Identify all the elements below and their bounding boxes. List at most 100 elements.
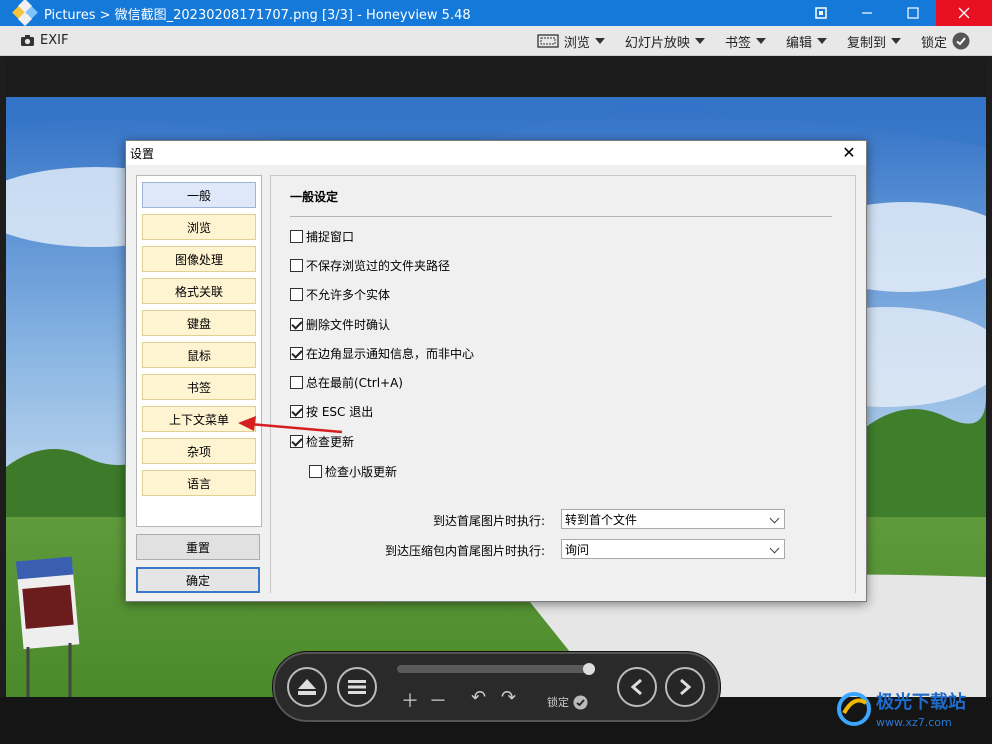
chevron-down-icon (816, 38, 827, 44)
title-bar: Pictures > 微信截图_20230208171707.png [3/3]… (0, 0, 992, 26)
nav-general[interactable]: 一般 (142, 182, 256, 208)
annotation-arrow (238, 416, 343, 434)
browse-label: 浏览 (563, 35, 590, 51)
option-label: 不允许多个实体 (306, 288, 391, 302)
watermark: 极光下载站 www.xz7.com (836, 688, 966, 729)
nav-mouse[interactable]: 鼠标 (142, 342, 256, 368)
settings-dialog: 设置 ✕ 一般 浏览 图像处理 格式关联 键盘 鼠标 书签 上下文菜单 杂项 语… (125, 140, 867, 602)
check-circle-icon (952, 32, 970, 50)
lock-button[interactable]: 锁定 (921, 32, 970, 51)
minimize-icon[interactable] (844, 0, 890, 26)
slideshow-menu[interactable]: 幻灯片放映 (625, 32, 705, 51)
nav-label: 浏览 (186, 220, 211, 235)
nav-label: 格式关联 (174, 284, 223, 299)
chevron-down-icon (594, 38, 605, 44)
exif-label: EXIF (40, 33, 69, 48)
close-icon[interactable]: ✕ (840, 144, 858, 162)
section-title: 一般设定 (290, 190, 339, 204)
browse-menu[interactable]: 浏览 (537, 32, 605, 51)
checkbox[interactable] (290, 435, 303, 448)
end-action-label: 到达首尾图片时执行: (432, 514, 545, 528)
checkbox[interactable] (290, 259, 303, 272)
chevron-down-icon (694, 38, 705, 44)
nav-keyboard[interactable]: 键盘 (142, 310, 256, 336)
checkbox[interactable] (290, 230, 303, 243)
option-corner-notify[interactable]: 在边角显示通知信息，而非中心 (290, 345, 474, 362)
option-capture-window[interactable]: 捕捉窗口 (290, 228, 354, 245)
end-action-value: 转到首个文件 (565, 512, 638, 527)
edit-menu[interactable]: 编辑 (786, 32, 827, 51)
previous-icon[interactable] (617, 667, 657, 707)
watermark-text: 极光下载站 (876, 692, 966, 713)
close-icon[interactable] (936, 0, 992, 26)
option-check-minor-update[interactable]: 检查小版更新 (309, 463, 397, 480)
checkbox[interactable] (290, 376, 303, 389)
nav-label: 书签 (186, 380, 211, 395)
check-circle-icon (573, 695, 588, 709)
rotate-left-icon[interactable]: ↶ (471, 687, 486, 708)
chevron-down-icon (890, 38, 901, 44)
ok-button[interactable]: 确定 (136, 567, 260, 593)
bookmark-menu[interactable]: 书签 (725, 32, 766, 51)
watermark-url: www.xz7.com (876, 716, 952, 729)
dialog-title-bar: 设置 ✕ (126, 141, 866, 165)
checkbox[interactable] (290, 347, 303, 360)
pin-icon[interactable] (798, 0, 844, 26)
nav-label: 一般 (186, 188, 211, 203)
lock-toggle[interactable]: 锁定 (547, 694, 588, 710)
checkbox[interactable] (309, 465, 322, 478)
lock-label: 锁定 (547, 696, 569, 709)
progress-slider[interactable] (397, 663, 595, 675)
toolbar: EXIF 浏览 幻灯片放映 书签 编辑 复制到 锁定 (0, 26, 992, 56)
settings-nav: 一般 浏览 图像处理 格式关联 键盘 鼠标 书签 上下文菜单 杂项 语言 (136, 175, 262, 527)
playback-control-bar: ＋ － ↶ ↷ 锁定 (273, 652, 720, 722)
checkbox[interactable] (290, 288, 303, 301)
option-label: 删除文件时确认 (306, 318, 391, 332)
exif-button[interactable]: EXIF (20, 33, 68, 48)
chevron-down-icon (755, 38, 766, 44)
camera-icon (21, 35, 34, 46)
menu-icon[interactable] (337, 667, 377, 707)
option-label: 不保存浏览过的文件夹路径 (306, 259, 451, 273)
option-no-save-path[interactable]: 不保存浏览过的文件夹路径 (290, 257, 450, 274)
option-single-instance[interactable]: 不允许多个实体 (290, 286, 390, 303)
option-confirm-delete[interactable]: 删除文件时确认 (290, 316, 390, 333)
reset-button[interactable]: 重置 (136, 534, 260, 560)
bookmark-label: 书签 (724, 35, 751, 51)
nav-label: 上下文菜单 (168, 412, 229, 427)
next-icon[interactable] (665, 667, 705, 707)
nav-image-processing[interactable]: 图像处理 (142, 246, 256, 272)
nav-label: 图像处理 (174, 252, 223, 267)
option-label: 捕捉窗口 (306, 230, 355, 244)
nav-browse[interactable]: 浏览 (142, 214, 256, 240)
edit-label: 编辑 (785, 35, 812, 51)
nav-language[interactable]: 语言 (142, 470, 256, 496)
archive-action-select[interactable]: 询问 (561, 539, 785, 559)
section-divider (290, 216, 832, 217)
slideshow-label: 幻灯片放映 (624, 35, 690, 51)
end-action-select[interactable]: 转到首个文件 (561, 509, 785, 529)
nav-misc[interactable]: 杂项 (142, 438, 256, 464)
option-label: 在边角显示通知信息，而非中心 (306, 347, 475, 361)
copyto-menu[interactable]: 复制到 (847, 32, 901, 51)
rotate-right-icon[interactable]: ↷ (501, 687, 516, 708)
viewer-top-band (6, 57, 986, 97)
chevron-down-icon (769, 513, 780, 524)
settings-content: 一般设定 捕捉窗口 不保存浏览过的文件夹路径 不允许多个实体 删除文件时确认 在… (270, 175, 856, 593)
maximize-icon[interactable] (890, 0, 936, 26)
checkbox[interactable] (290, 318, 303, 331)
nav-bookmark[interactable]: 书签 (142, 374, 256, 400)
window-title: Pictures > 微信截图_20230208171707.png [3/3]… (44, 7, 471, 23)
zoom-out-icon[interactable]: － (429, 687, 447, 713)
slider-knob[interactable] (583, 663, 595, 675)
nav-file-association[interactable]: 格式关联 (142, 278, 256, 304)
eject-icon[interactable] (287, 667, 327, 707)
zoom-in-icon[interactable]: ＋ (401, 687, 419, 713)
chevron-down-icon (769, 543, 780, 554)
dialog-title: 设置 (130, 146, 155, 161)
nav-label: 语言 (186, 476, 211, 491)
nav-label: 杂项 (186, 444, 211, 459)
option-always-on-top[interactable]: 总在最前(Ctrl+A) (290, 374, 403, 391)
lock-label: 锁定 (920, 35, 947, 51)
option-label: 检查小版更新 (325, 465, 398, 479)
